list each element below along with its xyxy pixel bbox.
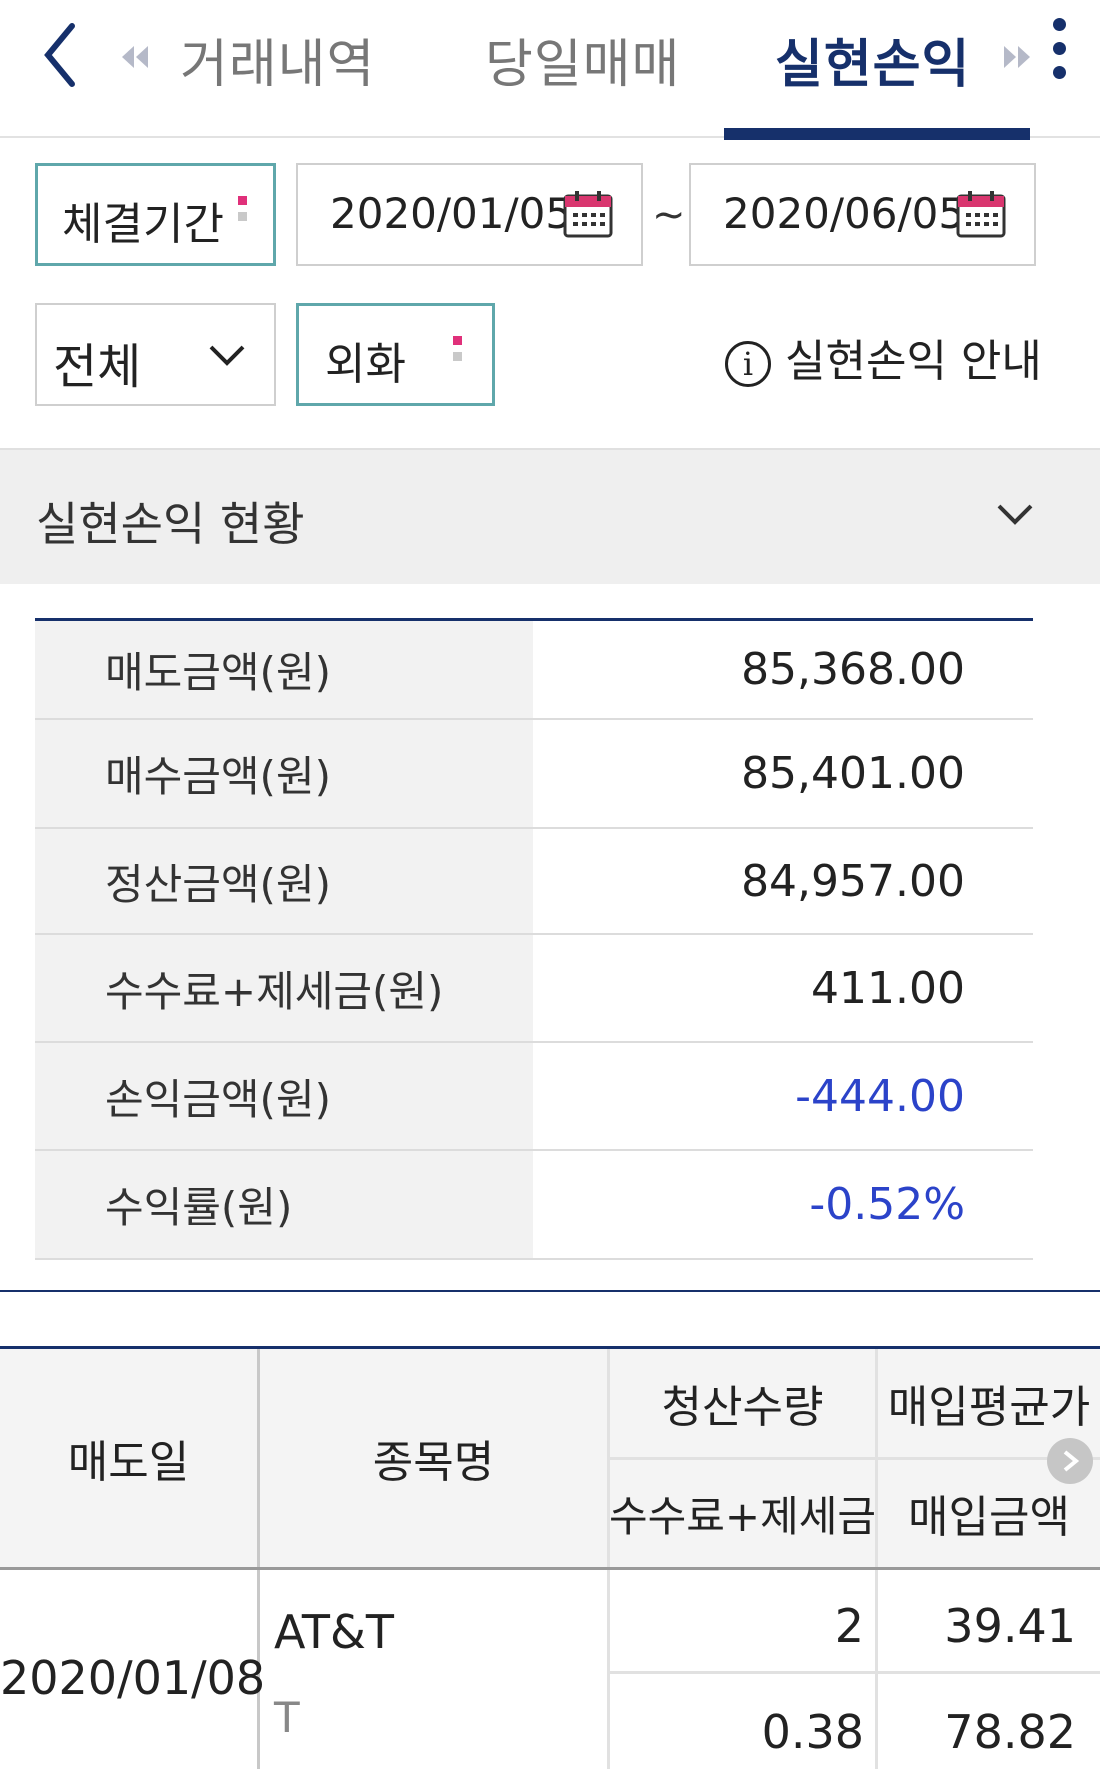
row-label: 수익률(원) (35, 1151, 533, 1258)
tab-transaction-history[interactable]: 거래내역 (180, 22, 375, 97)
header-settle-qty: 청산수량 (610, 1349, 875, 1457)
stock-name-cell[interactable]: AT&T (274, 1605, 394, 1659)
row-divider (610, 1457, 1100, 1460)
header-bottom-border (0, 1567, 1100, 1570)
ticker-cell: T (274, 1693, 300, 1742)
row-divider (610, 1671, 1100, 1674)
double-chevron-right-icon[interactable] (1000, 42, 1036, 72)
table-row: 정산금액(원) 84,957.00 (35, 829, 1033, 935)
end-date-field[interactable]: 2020/06/05 (689, 163, 1036, 266)
scope-select-value: 전체 (53, 339, 142, 395)
start-date-value: 2020/01/05 (330, 189, 573, 238)
row-label: 손익금액(원) (35, 1043, 533, 1149)
scope-select[interactable]: 전체 (35, 303, 276, 406)
end-date-value: 2020/06/05 (723, 189, 966, 238)
required-marker-icon (453, 336, 462, 368)
row-label: 수수료+제세금(원) (35, 935, 533, 1041)
column-divider (875, 1349, 878, 1769)
table-row: 수익률(원) -0.52% (35, 1151, 1033, 1260)
realized-pnl-guide-link[interactable]: i 실현손익 안내 (725, 325, 1042, 389)
period-label: 체결기간 (62, 199, 224, 250)
start-date-field[interactable]: 2020/01/05 (296, 163, 643, 266)
fee-tax-cell: 0.38 (761, 1705, 864, 1759)
section-divider (0, 1290, 1100, 1292)
more-menu-icon[interactable] (1045, 18, 1073, 90)
row-label: 매수금액(원) (35, 720, 533, 827)
chevron-down-icon[interactable] (995, 500, 1035, 530)
header-stock-name: 종목명 (260, 1349, 607, 1567)
summary-table: 매도금액(원) 85,368.00 매수금액(원) 85,401.00 정산금액… (35, 618, 1033, 1260)
row-value: 84,957.00 (741, 855, 965, 907)
info-link-label: 실현손익 안내 (785, 336, 1042, 387)
row-label: 정산금액(원) (35, 829, 533, 933)
return-rate-value: -0.52% (809, 1179, 965, 1230)
row-value: 85,401.00 (741, 748, 965, 799)
period-label-box: 체결기간 (35, 163, 276, 266)
detail-table: 매도일 종목명 청산수량 매입평균가 수수료+제세금 매입금액 2020/01/… (0, 1346, 1100, 1769)
currency-label: 외화 (325, 339, 406, 390)
summary-section-toggle[interactable]: 실현손익 현황 (0, 448, 1100, 584)
scroll-right-button[interactable] (1047, 1438, 1093, 1484)
table-row: 매수금액(원) 85,401.00 (35, 720, 1033, 829)
pnl-amount-value: -444.00 (795, 1070, 965, 1122)
column-divider (607, 1349, 610, 1769)
avg-buy-price-cell: 39.41 (944, 1599, 1076, 1653)
buy-amount-cell: 78.82 (944, 1705, 1076, 1759)
sell-date-cell: 2020/01/08 (0, 1651, 266, 1705)
row-value: 411.00 (811, 962, 965, 1014)
currency-label-box[interactable]: 외화 (296, 303, 495, 406)
required-marker-icon (238, 196, 247, 228)
table-row: 수수료+제세금(원) 411.00 (35, 935, 1033, 1043)
date-range-separator: ~ (652, 192, 686, 238)
top-tab-bar: 거래내역 당일매매 실현손익 (0, 0, 1100, 140)
chevron-down-icon (209, 345, 245, 366)
table-row: 매도금액(원) 85,368.00 (35, 621, 1033, 720)
double-chevron-left-icon[interactable] (118, 42, 154, 72)
calendar-icon[interactable] (955, 189, 1007, 239)
table-row: 손익금액(원) -444.00 (35, 1043, 1033, 1151)
section-title: 실현손익 현황 (36, 497, 305, 551)
row-value: 85,368.00 (741, 644, 965, 695)
row-label: 매도금액(원) (35, 621, 533, 718)
tab-realized-pnl[interactable]: 실현손익 (775, 22, 970, 97)
info-icon: i (725, 341, 771, 387)
calendar-icon[interactable] (562, 189, 614, 239)
settle-qty-cell: 2 (834, 1599, 864, 1653)
tab-daily-trading[interactable]: 당일매매 (485, 22, 680, 97)
column-divider (257, 1349, 260, 1769)
active-tab-indicator (724, 128, 1030, 140)
header-sell-date: 매도일 (0, 1349, 257, 1567)
header-fee-tax: 수수료+제세금 (609, 1459, 876, 1567)
back-arrow-icon[interactable] (38, 20, 88, 90)
chevron-right-icon (1063, 1450, 1080, 1472)
